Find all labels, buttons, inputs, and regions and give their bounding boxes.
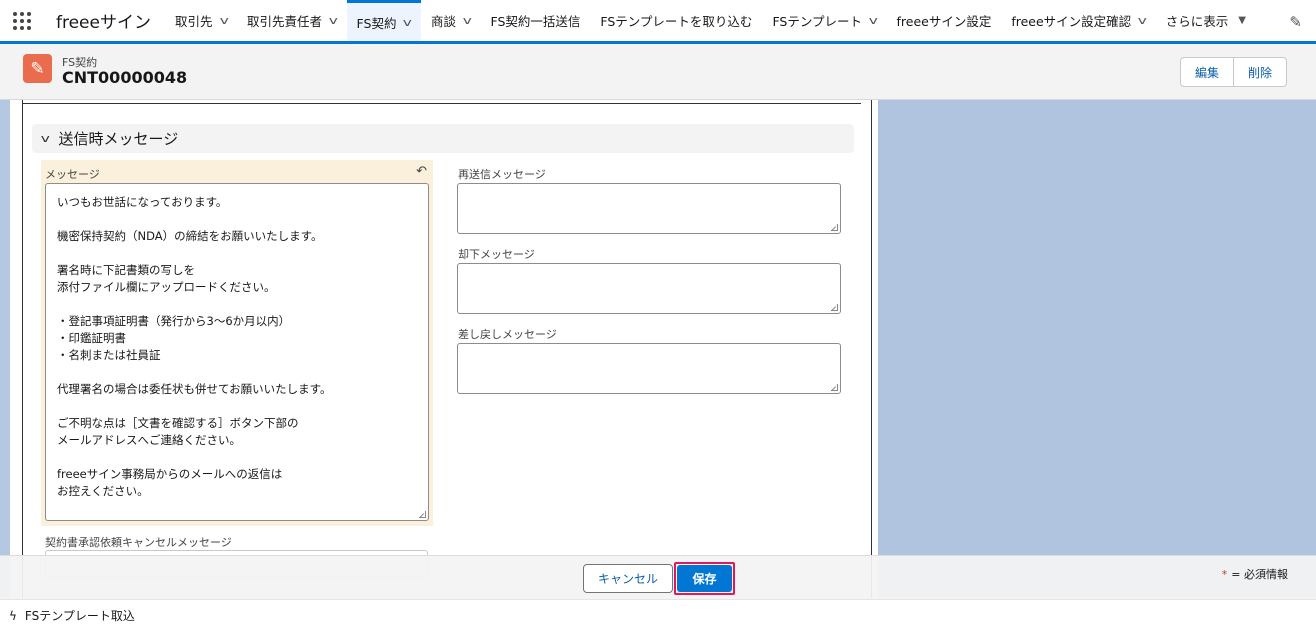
message-line: freeeサイン事務局からのメールへの返信は (57, 467, 283, 481)
reject-message-label: 却下メッセージ (458, 248, 535, 261)
edit-button[interactable]: 編集 (1181, 58, 1233, 86)
resize-handle-icon[interactable] (831, 384, 838, 391)
message-text: いつもお世話になっております。機密保持契約（NDA）の締結をお願いいたします。署… (57, 194, 417, 500)
nav-tab-4[interactable]: FS契約一括送信 (481, 0, 591, 41)
nav-tab-5[interactable]: FSテンプレートを取り込む (590, 0, 762, 41)
message-line: ご不明な点は［文書を確認する］ボタン下部の (57, 416, 299, 430)
nav-more-label: さらに表示 (1165, 14, 1229, 29)
message-line: 署名時に下記書類の写しを (57, 263, 195, 277)
app-launcher-icon[interactable] (0, 0, 44, 41)
background-pattern (878, 100, 1316, 598)
nav-tab-2[interactable]: FS契約 v (346, 0, 421, 44)
message-field-edited: メッセージ ↶ いつもお世話になっております。機密保持契約（NDA）の締結をお願… (41, 160, 433, 526)
message-textarea[interactable]: いつもお世話になっております。機密保持契約（NDA）の締結をお願いいたします。署… (45, 183, 429, 521)
message-line: 機密保持契約（NDA）の締結をお願いいたします。 (57, 229, 323, 243)
nav-tab-label: FS契約一括送信 (490, 14, 581, 29)
chevron-down-icon[interactable]: v (1138, 14, 1147, 27)
chevron-down-icon[interactable]: v (329, 14, 338, 27)
lightning-icon: ϟ (9, 608, 17, 623)
utility-bar: ϟ FSテンプレート取込 (0, 599, 1316, 631)
message-line: いつもお世話になっております。 (57, 195, 228, 209)
required-info-note: * = 必須情報 (1222, 566, 1288, 582)
nav-tabs: 取引先 v 取引先責任者 v FS契約 v 商談 v FS契約一括送信 FSテンプレートを取り込む… (165, 0, 1256, 44)
nav-tab-7[interactable]: freeeサイン設定 (886, 0, 1001, 41)
nav-tab-6[interactable]: FSテンプレート v (762, 0, 886, 41)
nav-tab-label: FSテンプレートを取り込む (600, 14, 753, 29)
chevron-down-icon[interactable]: v (403, 16, 412, 29)
modal-divider (22, 103, 861, 104)
background-left-strip (0, 100, 10, 598)
message-label: メッセージ (45, 168, 100, 181)
message-line: 代理署名の場合は委任状も併せてお願いいたします。 (57, 382, 332, 396)
message-line: お控えください。 (57, 484, 149, 498)
nav-tab-3[interactable]: 商談 v (421, 0, 481, 41)
chevron-down-icon[interactable]: v (463, 14, 472, 27)
modal-footer: キャンセル 保存 * = 必須情報 (0, 555, 1316, 599)
message-line (57, 449, 417, 466)
message-line (57, 364, 417, 381)
nav-tab-8[interactable]: freeeサイン設定確認 v (1001, 0, 1155, 41)
nav-more-tab[interactable]: さらに表示 ▼ (1156, 0, 1256, 41)
utility-item-template-import[interactable]: FSテンプレート取込 (25, 607, 135, 624)
record-header: ✎ FS契約 CNT00000048 編集 削除 (0, 44, 1316, 100)
nav-tab-label: FS契約 (356, 15, 397, 31)
nav-tab-label: FSテンプレート (772, 14, 862, 29)
cancel-request-message-label: 契約書承認依頼キャンセルメッセージ (45, 536, 232, 549)
delete-button[interactable]: 削除 (1232, 58, 1286, 86)
app-name: freeeサイン (56, 13, 151, 33)
cancel-button[interactable]: キャンセル (583, 564, 673, 593)
nav-tab-label: freeeサイン設定 (896, 14, 992, 29)
chevron-down-icon[interactable]: v (219, 14, 228, 27)
chevron-down-icon: v (40, 132, 50, 145)
required-asterisk: * (1221, 568, 1228, 581)
return-message-label: 差し戻しメッセージ (458, 328, 557, 341)
record-pencil-icon: ✎ (23, 54, 52, 83)
message-line: ・名刺または社員証 (57, 348, 161, 362)
nav-tab-label: 取引先責任者 (247, 14, 323, 29)
resize-handle-icon[interactable] (831, 224, 838, 231)
undo-icon[interactable]: ↶ (416, 164, 427, 179)
edit-nav-pencil-icon[interactable]: ✎ (1289, 13, 1302, 31)
resend-message-textarea[interactable] (457, 183, 841, 234)
return-message-textarea[interactable] (457, 343, 841, 394)
message-line (57, 211, 417, 228)
nav-tab-1[interactable]: 取引先責任者 v (237, 0, 347, 41)
message-line: ・登記事項証明書（発行から3〜6か月以内） (57, 314, 291, 328)
message-line: 添付ファイル欄にアップロードください。 (57, 280, 276, 294)
section-header-send-message[interactable]: v 送信時メッセージ (32, 124, 854, 153)
nav-tab-label: 商談 (430, 14, 456, 29)
reject-message-textarea[interactable] (457, 263, 841, 314)
required-info-text: = 必須情報 (1231, 568, 1288, 581)
chevron-down-icon[interactable]: v (869, 14, 878, 27)
nav-tab-label: 取引先 (174, 14, 213, 29)
resize-handle-icon[interactable] (419, 511, 426, 518)
save-button[interactable]: 保存 (677, 565, 732, 592)
record-action-buttons: 編集 削除 (1179, 57, 1287, 87)
message-line: メールアドレスへご連絡ください。 (57, 433, 241, 447)
record-name: CNT00000048 (62, 68, 188, 87)
nav-tab-label: freeeサイン設定確認 (1011, 14, 1132, 29)
resize-handle-icon[interactable] (831, 304, 838, 311)
message-line (57, 245, 417, 262)
section-title: 送信時メッセージ (58, 130, 179, 148)
resend-message-label: 再送信メッセージ (458, 168, 546, 181)
caret-down-icon: ▼ (1238, 15, 1246, 26)
message-line (57, 296, 417, 313)
message-line: ・印鑑証明書 (57, 331, 126, 345)
message-line (57, 398, 417, 415)
nav-tab-0[interactable]: 取引先 v (165, 0, 237, 41)
global-nav: freeeサイン 取引先 v 取引先責任者 v FS契約 v 商談 v FS契約一括送信 FSテン… (0, 0, 1316, 44)
